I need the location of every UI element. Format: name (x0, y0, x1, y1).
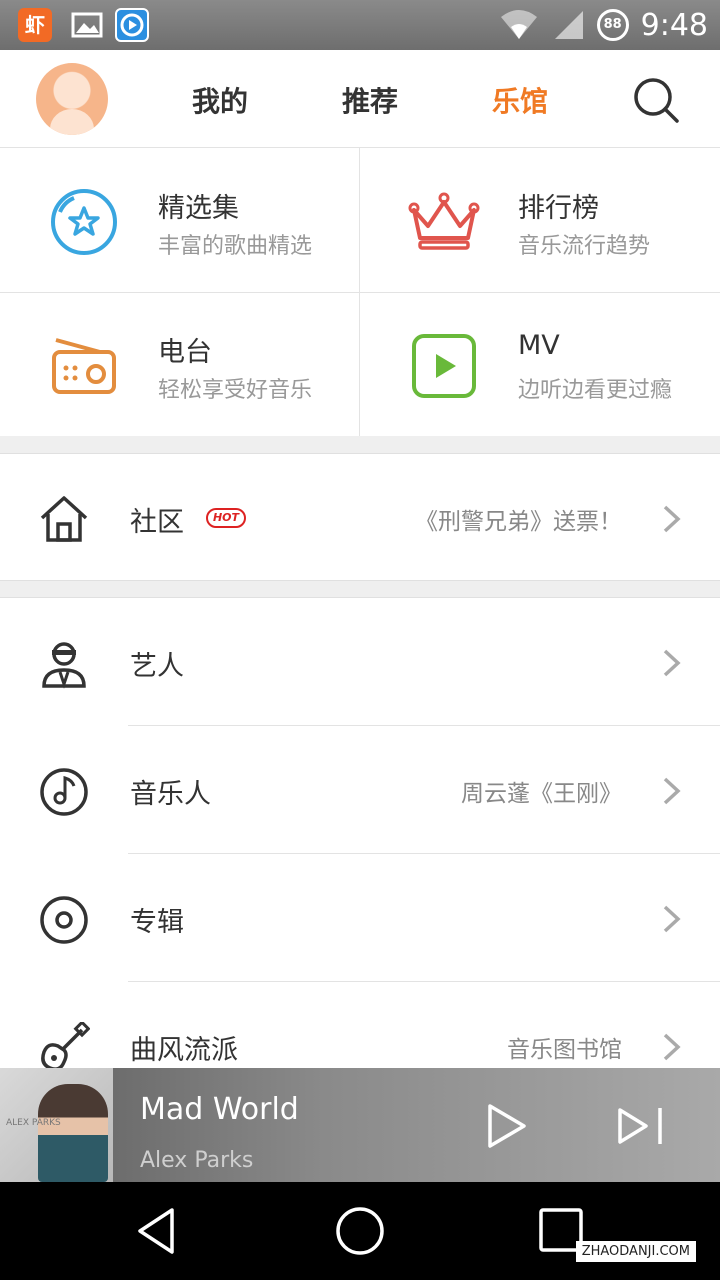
grid-divider (0, 292, 720, 293)
list-item-note: 周云蓬《王刚》 (461, 781, 622, 807)
grid-item-featured[interactable]: 精选集 丰富的歌曲精选 (0, 148, 360, 292)
list-item-musicians[interactable]: 音乐人 周云蓬《王刚》 (0, 726, 720, 854)
song-artist: Alex Parks (140, 1148, 254, 1173)
grid-subtitle: 边听边看更过瘾 (518, 378, 673, 403)
grid-title: 排行榜 (518, 193, 599, 224)
grid-title: MV (518, 330, 560, 361)
chevron-right-icon (663, 1033, 681, 1061)
home-button[interactable] (335, 1206, 385, 1256)
play-icon (488, 1104, 526, 1148)
grid-item-charts[interactable]: 排行榜 音乐流行趋势 (360, 148, 720, 292)
category-grid: 精选集 丰富的歌曲精选 排行榜 音乐流行趋势 电台 轻松享受好音乐 MV 边听边… (0, 148, 720, 436)
chevron-right-icon (663, 777, 681, 805)
list-item-label: 音乐人 (130, 779, 211, 810)
tab-mine[interactable]: 我的 (192, 80, 248, 120)
grid-item-mv[interactable]: MV 边听边看更过瘾 (360, 292, 720, 436)
music-disc-icon (40, 768, 88, 816)
notification-badge: 88 (596, 9, 629, 41)
grid-title: 精选集 (158, 193, 239, 224)
list-item-label: 艺人 (130, 651, 184, 682)
top-nav: 我的 推荐 乐馆 (0, 50, 720, 148)
xiami-app-icon: 虾 (18, 8, 52, 42)
system-nav-bar: ZHAODANJI.COM (0, 1182, 720, 1280)
skip-next-icon (618, 1108, 662, 1144)
list-item-artists[interactable]: 艺人 (0, 598, 720, 726)
cover-figure (38, 1084, 108, 1182)
back-button[interactable] (132, 1206, 182, 1256)
artist-icon (42, 642, 86, 689)
home-circle-icon (336, 1207, 384, 1255)
list-item-albums[interactable]: 专辑 (0, 854, 720, 982)
community-section: 社区 HOT 《刑警兄弟》送票！ (0, 453, 720, 581)
gallery-icon (70, 8, 104, 42)
video-player-icon (115, 8, 149, 42)
list-item-label: 社区 (130, 507, 184, 538)
list-item-note: 《刑警兄弟》送票！ (415, 509, 622, 535)
play-button[interactable] (482, 1102, 530, 1150)
next-button[interactable] (616, 1102, 664, 1150)
grid-subtitle: 丰富的歌曲精选 (158, 234, 313, 259)
grid-subtitle: 轻松享受好音乐 (158, 378, 313, 403)
grid-subtitle: 音乐流行趋势 (518, 234, 651, 259)
album-icon (40, 896, 88, 944)
watermark: ZHAODANJI.COM (575, 1241, 696, 1262)
chevron-right-icon (663, 905, 681, 933)
song-title: Mad World (140, 1092, 299, 1127)
search-icon (634, 78, 679, 123)
cover-text: ALEX PARKS (6, 1118, 61, 1128)
browse-list: 艺人 音乐人 周云蓬《王刚》 专辑 曲风流派 音乐图书馆 (0, 597, 720, 1077)
star-circle-icon (51, 189, 117, 255)
guitar-icon (41, 1022, 90, 1071)
list-item-label: 专辑 (130, 907, 184, 938)
chevron-right-icon (663, 649, 681, 677)
tab-recommend[interactable]: 推荐 (342, 80, 398, 120)
grid-item-radio[interactable]: 电台 轻松享受好音乐 (0, 292, 360, 436)
radio-icon (52, 338, 116, 394)
list-item-community[interactable]: 社区 HOT 《刑警兄弟》送票！ (0, 454, 720, 582)
home-icon (40, 496, 88, 542)
avatar[interactable] (36, 63, 108, 135)
crown-icon (408, 192, 480, 250)
search-button[interactable] (632, 76, 680, 124)
mini-player[interactable]: ALEX PARKS Mad World Alex Parks (0, 1068, 720, 1182)
grid-title: 电台 (158, 337, 212, 368)
chevron-right-icon (663, 505, 681, 533)
hot-badge: HOT (206, 508, 246, 528)
play-box-icon (412, 334, 476, 398)
back-icon (138, 1208, 174, 1254)
clock: 9:48 (640, 7, 708, 43)
list-item-note: 音乐图书馆 (507, 1037, 622, 1063)
signal-icon (554, 11, 583, 39)
status-bar: 虾 88 9:48 (0, 0, 720, 50)
list-item-label: 曲风流派 (130, 1035, 238, 1066)
album-cover[interactable]: ALEX PARKS (0, 1068, 113, 1182)
tab-music-hall[interactable]: 乐馆 (492, 80, 548, 120)
wifi-icon (500, 10, 537, 39)
